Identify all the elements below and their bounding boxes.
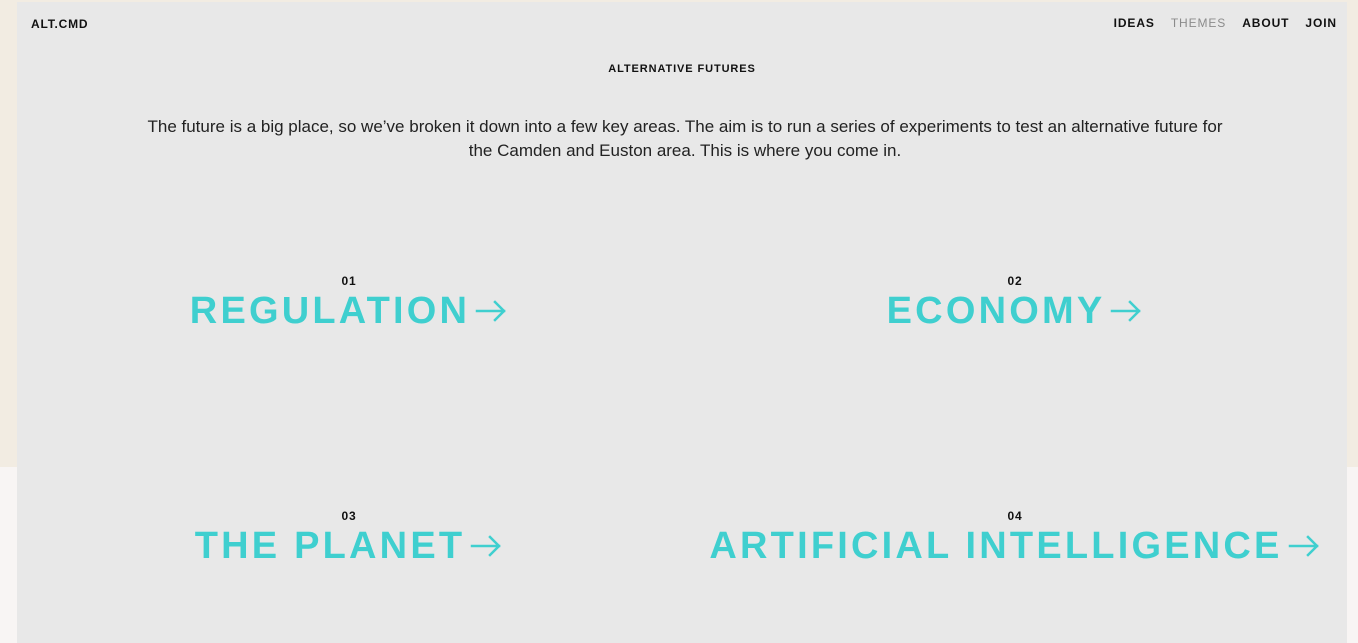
intro-text: The future is a big place, so we’ve brok… <box>147 117 1223 160</box>
theme-link-economy[interactable]: ECONOMY <box>887 291 1144 331</box>
theme-label: THE PLANET <box>194 525 466 567</box>
theme-label: ARTIFICIAL INTELLIGENCE <box>709 525 1283 567</box>
theme-number: 01 <box>341 274 357 288</box>
theme-card-artificial-intelligence[interactable]: 04 ARTIFICIAL INTELLIGENCE <box>683 509 1347 566</box>
primary-nav: IDEAS THEMES ABOUT JOIN <box>1114 16 1337 30</box>
arrow-right-icon <box>475 300 508 322</box>
theme-number: 04 <box>1007 509 1023 523</box>
theme-link-regulation[interactable]: REGULATION <box>190 291 508 331</box>
nav-themes[interactable]: THEMES <box>1171 16 1226 30</box>
theme-card-economy[interactable]: 02 ECONOMY <box>683 274 1347 331</box>
arrow-right-icon <box>1110 300 1143 322</box>
theme-label: ECONOMY <box>886 290 1106 332</box>
themes-page: ALT.CMD IDEAS THEMES ABOUT JOIN ALTERNAT… <box>17 2 1347 643</box>
nav-join[interactable]: JOIN <box>1305 16 1337 30</box>
nav-about[interactable]: ABOUT <box>1242 16 1289 30</box>
theme-card-regulation[interactable]: 01 REGULATION <box>17 274 681 331</box>
arrow-right-icon <box>1288 535 1321 557</box>
theme-number: 03 <box>341 509 357 523</box>
nav-ideas[interactable]: IDEAS <box>1114 16 1155 30</box>
theme-card-the-planet[interactable]: 03 THE PLANET <box>17 509 681 566</box>
theme-link-the-planet[interactable]: THE PLANET <box>195 526 504 566</box>
arrow-right-icon <box>470 535 503 557</box>
theme-label: REGULATION <box>189 290 471 332</box>
site-logo[interactable]: ALT.CMD <box>31 17 88 31</box>
top-navigation: ALT.CMD IDEAS THEMES ABOUT JOIN <box>17 2 1347 46</box>
theme-link-artificial-intelligence[interactable]: ARTIFICIAL INTELLIGENCE <box>709 526 1320 566</box>
theme-number: 02 <box>1007 274 1023 288</box>
page-title: ALTERNATIVE FUTURES <box>608 63 756 76</box>
